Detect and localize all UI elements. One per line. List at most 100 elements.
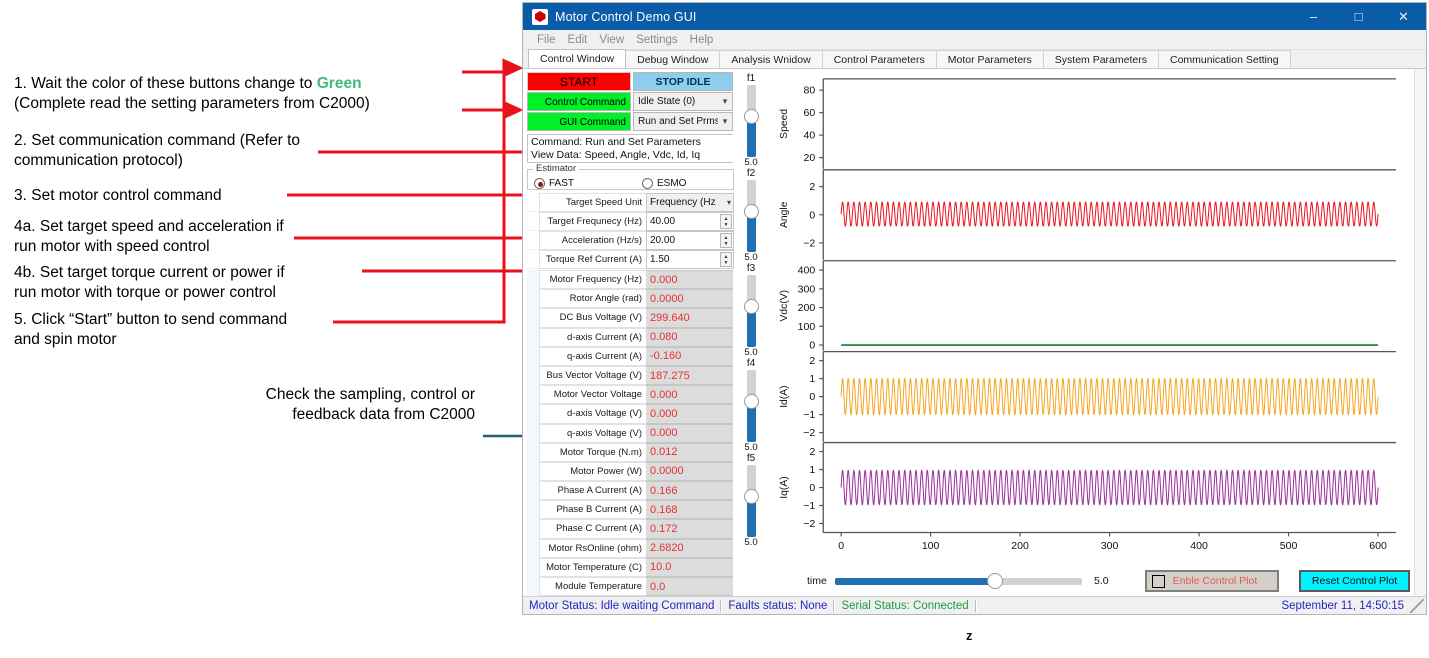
readout-value: 0.000 (646, 270, 734, 290)
vertical-scrollbar[interactable] (1414, 69, 1426, 596)
enable-control-plot-button[interactable]: Enble Control Plot (1144, 570, 1280, 592)
readout-value: 0.0000 (646, 461, 734, 482)
enable-control-plot-label: Enble Control Plot (1172, 575, 1258, 587)
menu-item-settings[interactable]: Settings (630, 30, 684, 50)
faults-status: Faults status: None (728, 599, 828, 612)
row-indent (527, 270, 539, 290)
tab-communication-setting[interactable]: Communication Setting (1157, 50, 1291, 68)
tab-system-parameters[interactable]: System Parameters (1042, 50, 1159, 68)
readout-value: 0.012 (646, 442, 734, 462)
radio-esmo[interactable]: ESMO (642, 178, 686, 189)
tab-motor-parameters[interactable]: Motor Parameters (935, 50, 1044, 68)
readout-row: Bus Vector Voltage (V) 187.275 (527, 365, 734, 386)
slider-name-f4: f4 (746, 358, 756, 369)
slider-knob[interactable] (743, 108, 759, 124)
readout-row: d-axis Voltage (V) 0.000 (527, 404, 734, 424)
stop-idle-button[interactable]: STOP IDLE (633, 72, 733, 91)
readout-value: 10.0 (646, 557, 734, 577)
slider-knob[interactable] (743, 203, 759, 219)
parameter-input[interactable]: 1.50 ▲ ▼ (646, 250, 734, 269)
menu-item-help[interactable]: Help (684, 30, 720, 50)
y-tick-label: 0 (809, 392, 815, 403)
menu-item-file[interactable]: File (531, 30, 562, 50)
readout-value: 0.0000 (646, 289, 734, 309)
slider-name-f1: f1 (746, 73, 756, 84)
row-indent (527, 442, 539, 462)
spinner-stepper[interactable]: ▲ ▼ (720, 233, 732, 248)
command-select[interactable]: Run and Set Prms (4) ▾ (633, 112, 733, 131)
y-tick-label: 2 (809, 182, 815, 193)
title-bar: Motor Control Demo GUI – □ ✕ (523, 3, 1426, 30)
slider-knob[interactable] (743, 488, 759, 504)
menu-item-edit[interactable]: Edit (562, 30, 594, 50)
readout-row: Motor Temperature (C) 10.0 (527, 557, 734, 577)
slider-knob[interactable] (743, 393, 759, 409)
y-tick-label: 1 (809, 374, 815, 385)
y-tick-label: 0 (809, 483, 815, 494)
spinner-stepper[interactable]: ▲ ▼ (720, 252, 732, 267)
y-tick-label: 1 (809, 465, 815, 476)
gui-command-indicator[interactable]: GUI Command (527, 112, 631, 131)
close-button[interactable]: ✕ (1381, 3, 1426, 30)
readout-label: d-axis Voltage (V) (539, 404, 646, 424)
plot-panel: 20 40 60 80 Speed −2 0 2 Angle 0 100 200 300 400 Vdc(V… (769, 69, 1414, 596)
command-info-line-2: View Data: Speed, Angle, Vdc, Id, Iq (531, 148, 701, 161)
control-command-indicator[interactable]: Control Command (527, 92, 631, 111)
readout-label: Phase C Current (A) (539, 519, 646, 539)
menu-item-view[interactable]: View (593, 30, 630, 50)
window-title: Motor Control Demo GUI (555, 9, 697, 24)
tab-control-window[interactable]: Control Window (528, 49, 627, 68)
readout-value: 0.000 (646, 404, 734, 424)
readout-grid: Motor Frequency (Hz) 0.000 Rotor Angle (ra… (527, 270, 734, 609)
chevron-down-icon: ▾ (726, 198, 731, 207)
row-indent (527, 423, 539, 443)
tab-analysis-wnidow[interactable]: Analysis Wnidow (719, 50, 823, 68)
readout-label: Motor Temperature (C) (539, 557, 646, 577)
command-select-value: Run and Set Prms (4) (638, 116, 718, 127)
y-tick-label: 80 (803, 86, 815, 97)
parameter-value: Frequency (Hz) (650, 197, 716, 208)
resize-grip-icon[interactable] (1410, 598, 1424, 613)
maximize-button[interactable]: □ (1336, 3, 1381, 30)
readout-row: d-axis Current (A) 0.080 (527, 327, 734, 347)
reset-control-plot-button[interactable]: Reset Control Plot (1299, 570, 1410, 592)
tab-control-parameters[interactable]: Control Parameters (821, 50, 937, 68)
tab-debug-window[interactable]: Debug Window (625, 50, 721, 68)
slider-knob[interactable] (743, 298, 759, 314)
readout-row: Motor Frequency (Hz) 0.000 (527, 270, 734, 290)
slider-f1[interactable] (743, 85, 759, 157)
chevron-down-icon: ▾ (722, 116, 728, 126)
start-button[interactable]: START (527, 72, 631, 91)
readout-value: 0.172 (646, 519, 734, 539)
state-select-value: Idle State (0) (638, 96, 696, 107)
chart-speed: 20 40 60 80 Speed (779, 78, 1396, 169)
slider-f5[interactable] (743, 465, 759, 537)
parameter-value: 20.00 (650, 235, 676, 246)
parameter-label: Torque Ref Current (A) (539, 250, 646, 269)
slider-f3[interactable] (743, 275, 759, 347)
time-slider[interactable] (834, 572, 1082, 589)
state-select[interactable]: Idle State (0) ▾ (633, 92, 733, 111)
slider-f4[interactable] (743, 370, 759, 442)
slider-f2[interactable] (743, 180, 759, 252)
parameter-select[interactable]: Frequency (Hz) ▾ (646, 193, 734, 212)
y-axis-label: Angle (779, 201, 790, 228)
readout-label: Motor Power (W) (539, 461, 646, 482)
readout-label: Motor Torque (N.m) (539, 442, 646, 462)
y-tick-label: −2 (803, 519, 815, 530)
menu-bar: File Edit View Settings Help (523, 30, 1426, 50)
y-tick-label: 300 (798, 284, 816, 295)
y-tick-label: 60 (803, 108, 815, 119)
parameter-input[interactable]: 20.00 ▲ ▼ (646, 231, 734, 250)
readout-value: 0.0 (646, 577, 734, 597)
time-slider-knob[interactable] (986, 572, 1003, 589)
readout-label: Rotor Angle (rad) (539, 289, 646, 309)
screenshot-root: 1. Wait the color of these buttons chang… (0, 0, 1429, 658)
enable-plot-checkbox[interactable] (1151, 574, 1165, 588)
y-axis-label: Id(A) (779, 385, 790, 407)
minimize-button[interactable]: – (1291, 3, 1336, 30)
slider-group-f2: f2 5.0 (743, 168, 759, 263)
spinner-stepper[interactable]: ▲ ▼ (720, 214, 732, 229)
radio-fast[interactable]: FAST (534, 178, 574, 189)
parameter-input[interactable]: 40.00 ▲ ▼ (646, 212, 734, 231)
